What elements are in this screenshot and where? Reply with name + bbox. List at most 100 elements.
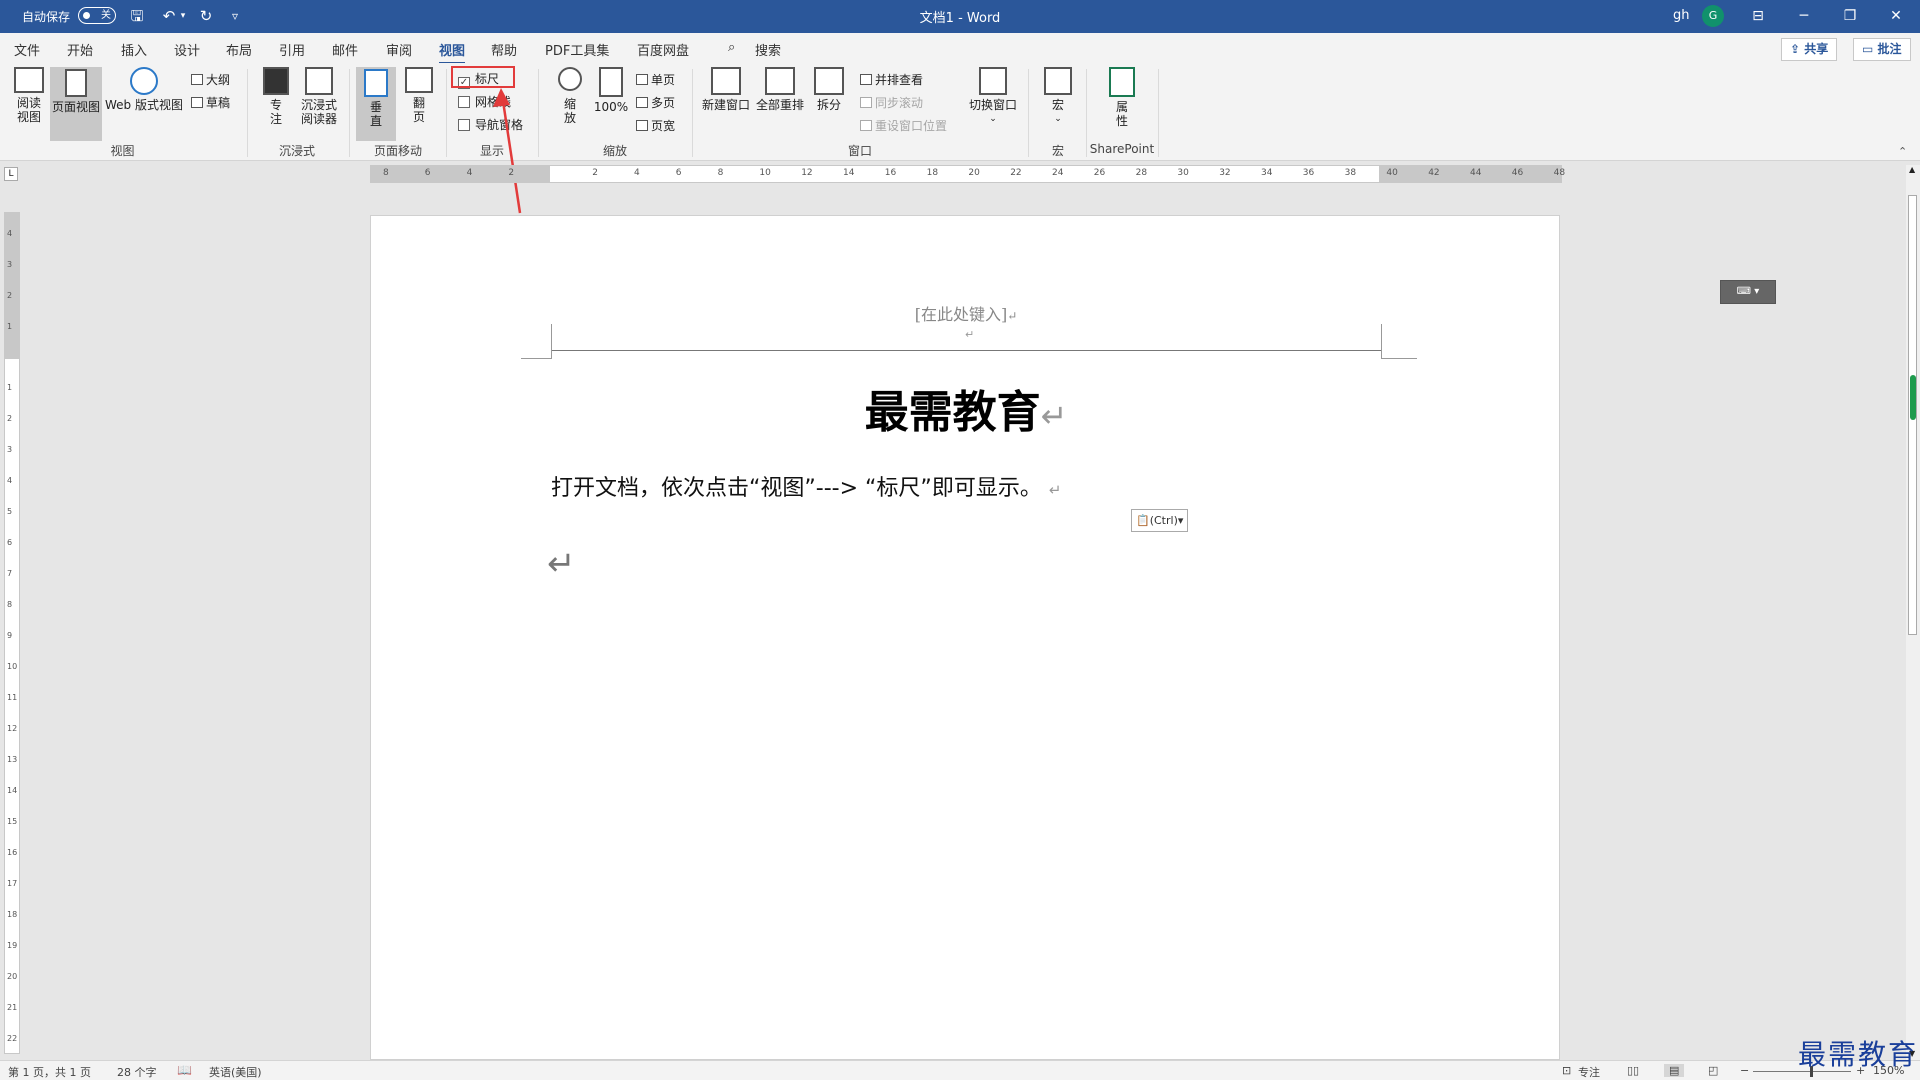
tab-design[interactable]: 设计 bbox=[174, 40, 200, 59]
ruler-tick-label: 22 bbox=[1010, 168, 1022, 178]
proofing-book-icon[interactable]: 📖 bbox=[177, 1063, 192, 1077]
zoom-100-button[interactable]: 100% bbox=[592, 67, 630, 114]
zoom-button[interactable]: 缩 放 bbox=[552, 67, 588, 125]
ruler-tick-label: 10 bbox=[759, 168, 771, 178]
horizontal-ruler[interactable]: 8 6 4 2 2 4 6 8 10 12 14 16 18 20 22 24 26 28 30 32 34 36 38 40… bbox=[370, 165, 1565, 183]
focus-mode-icon[interactable]: ⊡ bbox=[1562, 1064, 1571, 1077]
arrange-all-label: 全部重排 bbox=[755, 98, 804, 112]
ruler-tick-label: 6 bbox=[424, 168, 431, 178]
view-side-by-side-button[interactable]: 并排查看 bbox=[860, 71, 923, 88]
zoom-out-icon[interactable]: − bbox=[1740, 1064, 1749, 1077]
page-info[interactable]: 第 1 页，共 1 页 bbox=[8, 1064, 91, 1080]
tab-file[interactable]: 文件 bbox=[14, 40, 40, 59]
word-count[interactable]: 28 个字 bbox=[117, 1064, 157, 1080]
read-mode-button[interactable]: 阅读 视图 bbox=[10, 67, 48, 124]
header-paragraph-mark: ↵ bbox=[965, 328, 975, 341]
focus-button[interactable]: 专 注 bbox=[260, 67, 292, 126]
group-divider bbox=[247, 69, 248, 157]
navigation-pane-box bbox=[458, 119, 470, 131]
read-mode-icon[interactable]: ▯▯ bbox=[1627, 1064, 1639, 1077]
focus-mode-label[interactable]: 专注 bbox=[1578, 1064, 1600, 1080]
print-layout-button[interactable]: 页面视图 bbox=[50, 67, 102, 141]
immersive-reader-button[interactable]: 沉浸式 阅读器 bbox=[298, 67, 340, 126]
title-return-mark: ↵ bbox=[1040, 397, 1068, 435]
reset-position-label: 重设窗口位置 bbox=[875, 119, 948, 133]
properties-button[interactable]: 属 性 bbox=[1104, 67, 1140, 128]
floating-input-toolbar[interactable]: ⌨ ▾ bbox=[1720, 280, 1776, 304]
split-button[interactable]: 拆分 bbox=[812, 67, 846, 112]
ruler-tick-label: 4 bbox=[7, 229, 13, 238]
one-page-button[interactable]: 单页 bbox=[636, 71, 675, 88]
outline-button[interactable]: 大纲 bbox=[191, 71, 230, 88]
synchronous-scrolling-button[interactable]: 同步滚动 bbox=[860, 94, 923, 111]
ribbon: 阅读 视图 页面视图 Web 版式视图 大纲 草稿 视图 专 注 沉浸式 阅读器… bbox=[0, 63, 1920, 161]
restore-icon[interactable]: ❐ bbox=[1828, 0, 1872, 33]
draft-button[interactable]: 草稿 bbox=[191, 94, 230, 111]
tab-view[interactable]: 视图 bbox=[439, 40, 466, 65]
collapse-ribbon-icon[interactable]: ⌃ bbox=[1898, 145, 1907, 158]
new-window-button[interactable]: 新建窗口 bbox=[700, 67, 752, 112]
print-layout-status-icon[interactable]: ▤ bbox=[1664, 1064, 1685, 1077]
language[interactable]: 英语(美国) bbox=[209, 1064, 262, 1080]
zoom-100-icon bbox=[599, 67, 623, 97]
web-layout-status-icon[interactable]: ◰ bbox=[1708, 1064, 1718, 1077]
properties-label-2: 性 bbox=[1115, 114, 1128, 128]
tab-baidu-netdisk[interactable]: 百度网盘 bbox=[637, 40, 689, 59]
page-width-button[interactable]: 页宽 bbox=[636, 117, 675, 134]
zoom-label-2: 放 bbox=[563, 111, 576, 125]
reset-window-position-button[interactable]: 重设窗口位置 bbox=[860, 117, 947, 134]
ribbon-display-options-icon[interactable]: ⊟ bbox=[1736, 0, 1780, 33]
sync-scroll-label: 同步滚动 bbox=[875, 96, 924, 110]
clipboard-icon: 📋 bbox=[1136, 514, 1150, 527]
macros-button[interactable]: 宏 ⌄ bbox=[1040, 67, 1076, 126]
search-label[interactable]: 搜索 bbox=[755, 40, 781, 59]
paste-options-button[interactable]: 📋(Ctrl)▾ bbox=[1131, 509, 1189, 532]
group-label-macros: 宏 bbox=[1051, 144, 1064, 158]
group-divider bbox=[538, 69, 539, 157]
ruler-tick-label: 44 bbox=[1470, 168, 1482, 178]
ruler-tick-label: 13 bbox=[7, 755, 18, 764]
minimize-icon[interactable]: ─ bbox=[1782, 0, 1826, 33]
empty-paragraph-mark[interactable]: ↵ bbox=[547, 544, 576, 584]
close-icon[interactable]: ✕ bbox=[1874, 0, 1918, 33]
tab-help[interactable]: 帮助 bbox=[491, 40, 517, 59]
tab-mailings[interactable]: 邮件 bbox=[332, 40, 358, 59]
tab-layout[interactable]: 布局 bbox=[226, 40, 252, 59]
switch-windows-button[interactable]: 切换窗口 ⌄ bbox=[966, 67, 1020, 126]
search-icon[interactable]: ⌕ bbox=[728, 40, 735, 55]
ruler-tick-label: 4 bbox=[466, 168, 473, 178]
document-page[interactable]: [在此处键入]↵ ↵ 最需教育↵ 打开文档，依次点击“视图”---> “标尺”即… bbox=[370, 215, 1560, 1060]
vertical-scrollbar[interactable]: ▲ ▼ bbox=[1906, 165, 1920, 1060]
vertical-ruler[interactable]: 4 3 2 1 1 2 3 4 5 6 7 8 9 10 11 12 13 14 15 16 17 18 19 20 21 22 bbox=[4, 212, 20, 1054]
arrange-all-button[interactable]: 全部重排 bbox=[754, 67, 806, 112]
header-placeholder[interactable]: [在此处键入]↵ bbox=[371, 301, 1561, 325]
vertical-button[interactable]: 垂 直 bbox=[356, 67, 396, 141]
group-divider bbox=[1086, 69, 1087, 157]
read-mode-label-2: 视图 bbox=[16, 110, 41, 124]
tab-pdf-tools[interactable]: PDF工具集 bbox=[545, 40, 609, 59]
tab-review[interactable]: 审阅 bbox=[386, 40, 412, 59]
crop-mark bbox=[551, 324, 552, 359]
tab-selector[interactable]: L bbox=[4, 167, 18, 181]
comments-button[interactable]: ▭ 批注 bbox=[1853, 38, 1911, 61]
document-title[interactable]: 最需教育↵ bbox=[371, 376, 1561, 440]
macros-icon bbox=[1044, 67, 1072, 95]
user-name[interactable]: gh bbox=[1673, 8, 1690, 23]
web-layout-button[interactable]: Web 版式视图 bbox=[104, 67, 184, 112]
ruler-tick-label: 8 bbox=[717, 168, 724, 178]
ruler-tick-label: 14 bbox=[843, 168, 855, 178]
ruler-tick-label: 19 bbox=[7, 941, 18, 950]
tab-home[interactable]: 开始 bbox=[67, 40, 93, 59]
multiple-pages-button[interactable]: 多页 bbox=[636, 94, 675, 111]
tab-insert[interactable]: 插入 bbox=[121, 40, 147, 59]
tab-references[interactable]: 引用 bbox=[279, 40, 305, 59]
side-to-side-button[interactable]: 翻 页 bbox=[402, 67, 436, 124]
body-paragraph[interactable]: 打开文档，依次点击“视图”---> “标尺”即可显示。 ↵ bbox=[551, 470, 1061, 502]
ruler-tick-label: 20 bbox=[7, 972, 18, 981]
scroll-position-indicator bbox=[1910, 375, 1916, 420]
scroll-up-arrow-icon[interactable]: ▲ bbox=[1909, 165, 1915, 174]
avatar[interactable]: G bbox=[1702, 5, 1724, 27]
share-button[interactable]: ⇪ 共享 bbox=[1781, 38, 1838, 61]
one-page-label: 单页 bbox=[651, 73, 676, 87]
zoom-label-1: 缩 bbox=[563, 97, 576, 111]
